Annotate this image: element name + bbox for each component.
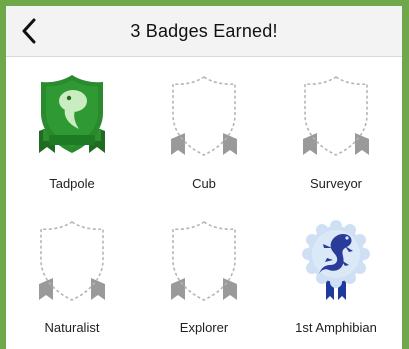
tadpole-shield-icon (39, 75, 105, 153)
badge-grid: Tadpole Cub Surveyor Naturalist Explorer… (6, 57, 402, 349)
badge-label: Explorer (179, 320, 229, 335)
app-screen: 3 Badges Earned! Tadpole Cub Surveyor Na… (6, 6, 402, 349)
locked-shield-icon (171, 221, 237, 301)
badge-label: 1st Amphibian (295, 320, 377, 335)
locked-shield-icon (303, 76, 369, 156)
badge-naturalist[interactable]: Naturalist (6, 202, 138, 347)
badge-label: Naturalist (44, 320, 100, 335)
chevron-left-icon (22, 18, 36, 44)
badge-label: Surveyor (309, 176, 363, 191)
badge-tadpole[interactable]: Tadpole (6, 57, 138, 202)
badge-1st-amphibian[interactable]: 1st Amphibian (270, 202, 402, 347)
badge-cub[interactable]: Cub (138, 57, 270, 202)
badge-label: Tadpole (49, 176, 95, 191)
badge-label: Cub (192, 176, 216, 191)
amphibian-rosette-icon (302, 220, 370, 300)
back-button[interactable] (14, 15, 44, 47)
locked-shield-icon (39, 221, 105, 301)
page-title: 3 Badges Earned! (130, 21, 278, 41)
locked-shield-icon (171, 76, 237, 156)
top-bar: 3 Badges Earned! (6, 6, 402, 57)
badge-surveyor[interactable]: Surveyor (270, 57, 402, 202)
badge-explorer[interactable]: Explorer (138, 202, 270, 347)
